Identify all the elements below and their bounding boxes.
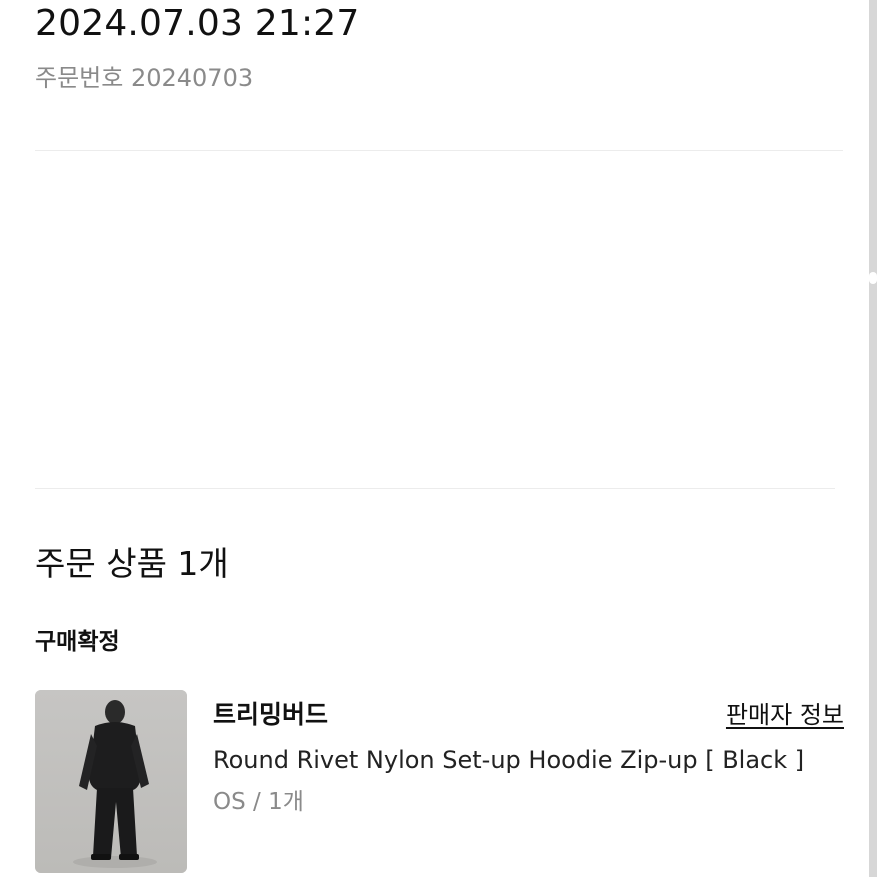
order-products-title: 주문 상품 1개 bbox=[35, 544, 229, 583]
product-name[interactable]: Round Rivet Nylon Set-up Hoodie Zip-up [… bbox=[213, 743, 804, 777]
product-image[interactable] bbox=[35, 690, 187, 873]
divider bbox=[35, 150, 843, 151]
product-option: OS / 1개 bbox=[213, 789, 304, 815]
divider bbox=[35, 488, 835, 489]
scrollbar[interactable] bbox=[869, 0, 877, 877]
product-brand[interactable]: 트리밍버드 bbox=[213, 698, 328, 732]
order-datetime: 2024.07.03 21:27 bbox=[35, 3, 360, 44]
order-status-label: 구매확정 bbox=[35, 629, 120, 655]
seller-info-link[interactable]: 판매자 정보 bbox=[726, 698, 844, 732]
scrollbar-thumb[interactable] bbox=[869, 272, 877, 284]
order-detail-page: 2024.07.03 21:27 주문번호 20240703 주문 상품 1개 … bbox=[0, 0, 877, 877]
order-number: 주문번호 20240703 bbox=[35, 64, 254, 92]
